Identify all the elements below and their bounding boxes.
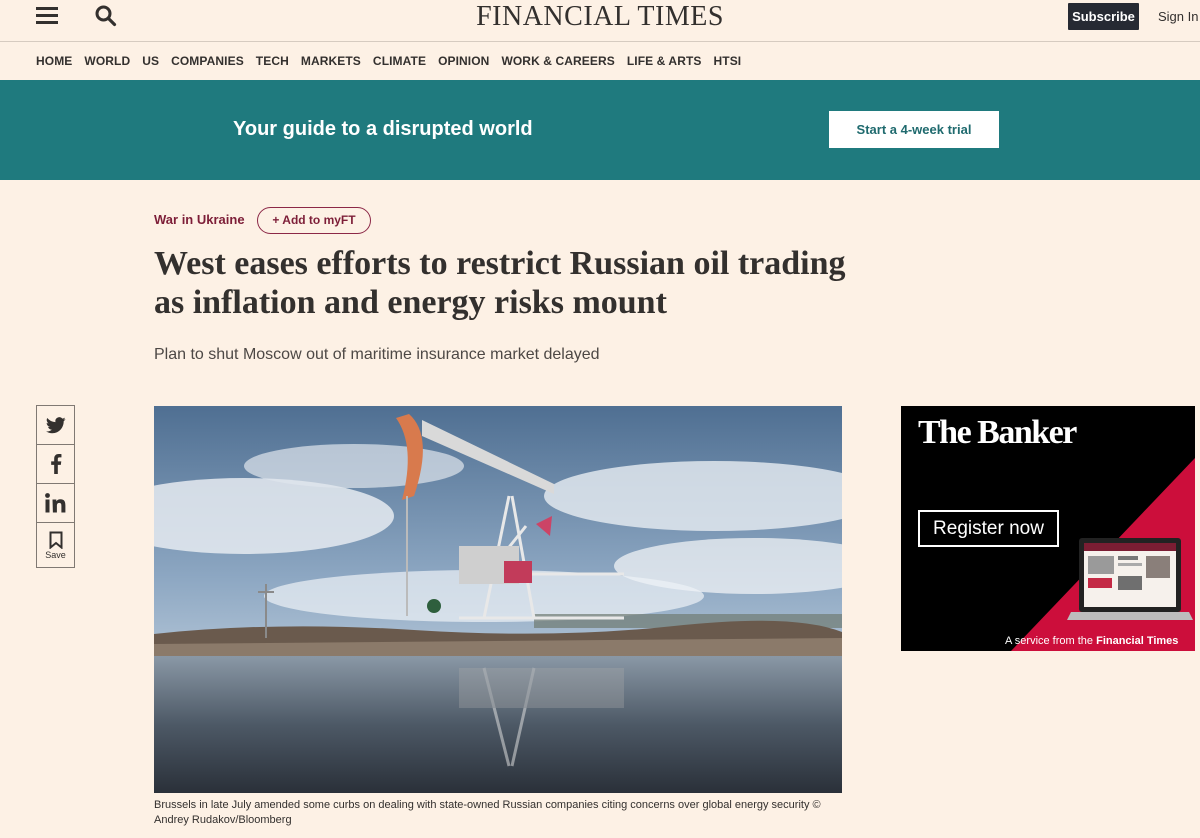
facebook-icon (50, 454, 61, 474)
the-banker-ad[interactable]: The Banker Register now A service from t… (901, 406, 1195, 651)
top-bar: FINANCIAL TIMES Subscribe Sign In (0, 0, 1200, 42)
share-toolbar: Save (36, 405, 75, 568)
twitter-icon (45, 416, 66, 433)
save-label: Save (45, 549, 66, 560)
bookmark-icon (49, 531, 62, 549)
menu-icon[interactable] (36, 7, 58, 27)
promo-text: Your guide to a disrupted world (233, 118, 533, 140)
ad-title: The Banker (918, 414, 1077, 451)
nav-us[interactable]: US (142, 54, 159, 70)
facebook-share-button[interactable] (37, 445, 74, 484)
laptop-icon (1067, 538, 1193, 620)
oil-pumpjack-photo (154, 406, 842, 793)
ft-logo[interactable]: FINANCIAL TIMES (476, 1, 724, 32)
topic-link[interactable]: War in Ukraine (154, 212, 245, 227)
register-now-button[interactable]: Register now (918, 510, 1059, 547)
linkedin-share-button[interactable] (37, 484, 74, 523)
nav-life-arts[interactable]: LIFE & ARTS (627, 54, 702, 70)
image-caption: Brussels in late July amended some curbs… (154, 799, 821, 826)
nav-world[interactable]: WORLD (84, 54, 130, 70)
promo-banner: Your guide to a disrupted world Start a … (0, 80, 1200, 180)
nav-opinion[interactable]: OPINION (438, 54, 489, 70)
main-nav: HOME WORLD US COMPANIES TECH MARKETS CLI… (36, 54, 741, 70)
trial-button[interactable]: Start a 4-week trial (829, 111, 999, 148)
sign-in-link[interactable]: Sign In (1158, 9, 1198, 24)
nav-htsi[interactable]: HTSI (714, 54, 742, 70)
nav-work-careers[interactable]: WORK & CAREERS (501, 54, 614, 70)
linkedin-icon (44, 493, 65, 513)
ad-footer-brand: Financial Times (1096, 635, 1179, 647)
nav-tech[interactable]: TECH (256, 54, 289, 70)
nav-companies[interactable]: COMPANIES (171, 54, 244, 70)
nav-climate[interactable]: CLIMATE (373, 54, 426, 70)
save-button[interactable]: Save (37, 523, 74, 567)
twitter-share-button[interactable] (37, 406, 74, 445)
subscribe-button[interactable]: Subscribe (1068, 3, 1139, 30)
article-image (154, 406, 842, 793)
headline: West eases efforts to restrict Russian o… (154, 245, 846, 321)
nav-markets[interactable]: MARKETS (301, 54, 361, 70)
add-to-myft-button[interactable]: + Add to myFT (257, 207, 371, 234)
nav-home[interactable]: HOME (36, 54, 72, 70)
ad-footer-prefix: A service from the (1005, 635, 1097, 647)
standfirst: Plan to shut Moscow out of maritime insu… (154, 346, 600, 363)
search-icon[interactable] (94, 4, 118, 28)
ad-footer: A service from the Financial Times (1005, 635, 1178, 647)
